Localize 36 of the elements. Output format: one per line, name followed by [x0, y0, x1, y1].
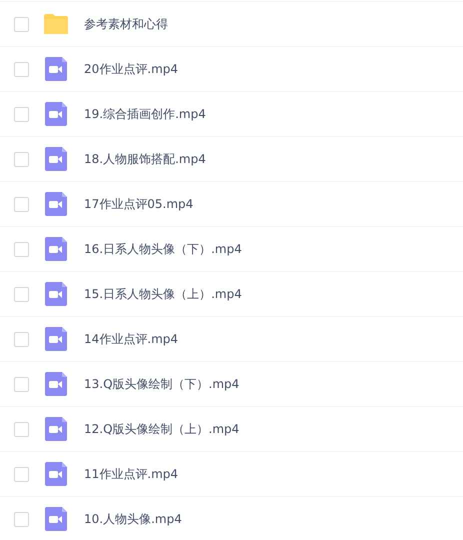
video-file-icon: [45, 327, 67, 351]
checkbox[interactable]: [14, 376, 29, 392]
checkbox[interactable]: [14, 16, 29, 32]
file-name[interactable]: 14作业点评.mp4: [84, 330, 178, 348]
video-file-icon: [45, 417, 67, 441]
file-name[interactable]: 17作业点评05.mp4: [84, 196, 194, 212]
checkbox[interactable]: [14, 106, 29, 122]
checkbox[interactable]: [14, 332, 29, 346]
video-file-icon: [45, 102, 67, 126]
file-name[interactable]: 20作业点评.mp4: [84, 60, 178, 78]
video-file-icon: [45, 507, 67, 531]
video-file-icon: [45, 462, 67, 486]
video-file-icon: [45, 57, 67, 81]
folder-icon: [43, 13, 69, 35]
file-name[interactable]: 15.日系人物头像（上）.mp4: [84, 286, 242, 302]
file-name[interactable]: 16.日系人物头像（下）.mp4: [84, 240, 242, 258]
file-name[interactable]: 10.人物头像.mp4: [84, 510, 182, 528]
file-name[interactable]: 参考素材和心得: [84, 16, 168, 32]
file-name[interactable]: 11作业点评.mp4: [84, 466, 178, 482]
video-file-icon: [45, 372, 67, 396]
checkbox[interactable]: [14, 196, 29, 212]
checkbox[interactable]: [14, 422, 29, 436]
checkbox[interactable]: [14, 466, 29, 482]
checkbox[interactable]: [14, 286, 29, 302]
video-file-icon: [45, 282, 67, 306]
checkbox[interactable]: [14, 62, 29, 76]
file-name[interactable]: 13.Q版头像绘制（下）.mp4: [84, 376, 240, 392]
video-file-icon: [45, 147, 67, 171]
checkbox[interactable]: [14, 242, 29, 256]
file-name[interactable]: 12.Q版头像绘制（上）.mp4: [84, 420, 240, 438]
file-name[interactable]: 19.综合插画创作.mp4: [84, 106, 206, 122]
checkbox[interactable]: [14, 512, 29, 526]
checkbox[interactable]: [14, 152, 29, 166]
file-name[interactable]: 18.人物服饰搭配.mp4: [84, 150, 206, 168]
video-file-icon: [45, 192, 67, 216]
video-file-icon: [45, 237, 67, 261]
